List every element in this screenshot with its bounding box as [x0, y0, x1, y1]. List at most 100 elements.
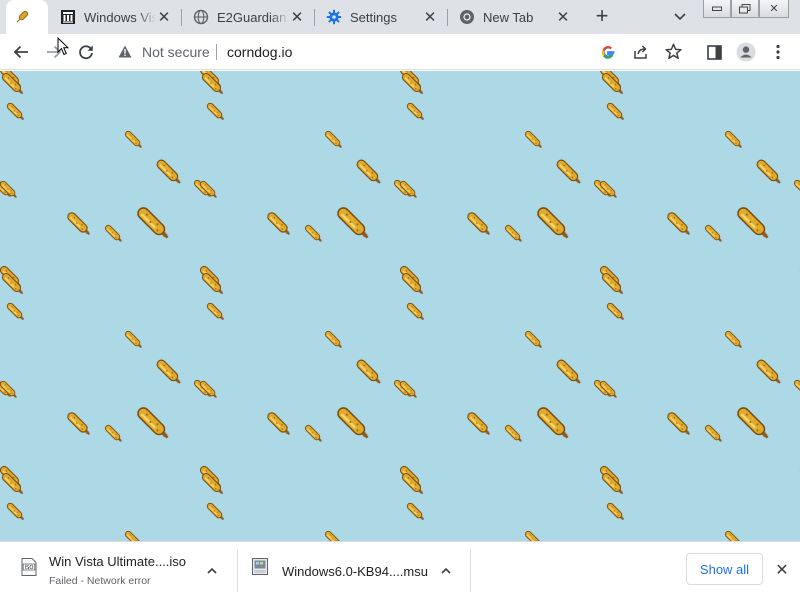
download-item-2[interactable]: Windows6.0-KB94....msu — [238, 542, 470, 600]
close-tab-icon[interactable]: ✕ — [555, 9, 571, 26]
corndog-icon — [665, 410, 693, 438]
corndog-icon — [503, 423, 525, 445]
corndog-wallpaper — [0, 71, 800, 541]
back-arrow-icon[interactable] — [9, 40, 33, 64]
download-item-1[interactable]: ISO Win Vista Ultimate....iso Failed - N… — [0, 542, 236, 600]
google-lens-icon[interactable] — [600, 44, 616, 65]
address-divider — [216, 44, 217, 60]
corndog-favicon-icon — [14, 9, 30, 25]
show-all-button[interactable]: Show all — [686, 553, 763, 585]
corndog-icon — [703, 223, 725, 245]
corndog-icon — [205, 301, 227, 323]
security-status-label[interactable]: Not secure — [142, 44, 210, 60]
corndog-icon — [134, 404, 173, 443]
close-window-icon[interactable]: ✕ — [759, 0, 789, 18]
download-filename: Win Vista Ultimate....iso — [49, 554, 187, 569]
corndog-icon — [323, 129, 345, 151]
page-viewport — [0, 71, 800, 541]
corndog-icon — [734, 204, 773, 243]
gear-favicon-icon — [326, 9, 342, 25]
tab-title: Settings — [350, 9, 397, 25]
corndog-icon — [534, 404, 573, 443]
corndog-icon — [123, 329, 145, 351]
corndog-icon — [605, 301, 627, 323]
installer-file-icon — [252, 558, 268, 576]
url-text[interactable]: corndog.io — [227, 44, 292, 60]
globe-favicon-icon — [193, 9, 209, 25]
close-shelf-icon[interactable]: ✕ — [772, 560, 792, 580]
tab-search-chevron-icon[interactable] — [670, 7, 690, 27]
corndog-icon — [605, 501, 627, 523]
corndog-icon — [405, 501, 427, 523]
corndog-icon — [303, 423, 325, 445]
corndog-icon — [723, 329, 745, 351]
corndog-icon — [323, 329, 345, 351]
chevron-up-icon[interactable] — [438, 563, 454, 579]
corndog-icon — [65, 410, 93, 438]
side-panel-icon[interactable] — [702, 40, 726, 64]
tab-divider — [447, 9, 448, 26]
tab-title: Windows Vista — [84, 9, 156, 25]
corndog-icon — [405, 101, 427, 123]
corndog-icon — [605, 101, 627, 123]
corndog-icon — [103, 223, 125, 245]
warning-triangle-icon[interactable] — [118, 45, 132, 63]
corndog-icon — [754, 157, 784, 187]
corndog-icon — [523, 529, 545, 541]
tab-strip: Windows Vista ✕ E2Guardian - ✕ Settings … — [0, 0, 800, 34]
corndog-icon — [5, 101, 27, 123]
corndog-icon — [323, 529, 345, 541]
tab-divider — [181, 9, 182, 26]
address-bar[interactable]: Not secure corndog.io — [108, 37, 692, 67]
chevron-up-icon[interactable] — [204, 563, 220, 579]
corndog-icon — [554, 357, 584, 387]
corndog-icon — [5, 301, 27, 323]
corndog-icon — [534, 204, 573, 243]
tab-e2guardian[interactable]: E2Guardian - ✕ — [185, 0, 313, 34]
corndog-icon — [734, 404, 773, 443]
kebab-menu-icon[interactable] — [766, 40, 790, 64]
download-shelf: ISO Win Vista Ultimate....iso Failed - N… — [0, 541, 800, 600]
restore-window-icon[interactable] — [731, 0, 759, 18]
corndog-icon — [523, 329, 545, 351]
corndog-icon — [154, 357, 184, 387]
tab-new-tab[interactable]: New Tab ✕ — [451, 0, 579, 34]
corndog-icon — [65, 210, 93, 238]
corndog-icon — [723, 529, 745, 541]
reload-icon[interactable] — [74, 40, 98, 64]
tab-settings[interactable]: Settings ✕ — [318, 0, 446, 34]
corndog-icon — [354, 157, 384, 187]
mouse-cursor-icon — [57, 36, 70, 61]
download-divider — [470, 550, 471, 592]
new-tab-plus-icon[interactable]: + — [590, 5, 614, 29]
corndog-icon — [554, 157, 584, 187]
tab-corndog[interactable] — [6, 0, 48, 34]
archive-favicon-icon — [60, 9, 76, 25]
download-filename: Windows6.0-KB94....msu — [282, 564, 428, 579]
corndog-icon — [503, 223, 525, 245]
chrome-favicon-icon — [459, 9, 475, 25]
corndog-icon — [265, 210, 293, 238]
iso-file-icon: ISO — [21, 558, 37, 576]
bookmark-star-icon[interactable] — [665, 43, 682, 65]
profile-avatar-icon[interactable] — [734, 40, 758, 64]
corndog-icon — [792, 178, 800, 200]
browser-toolbar: Not secure corndog.io — [0, 34, 800, 70]
share-icon[interactable] — [633, 44, 649, 65]
tab-windows-vista[interactable]: Windows Vista ✕ — [52, 0, 180, 34]
close-tab-icon[interactable]: ✕ — [289, 9, 305, 26]
close-tab-icon[interactable]: ✕ — [422, 9, 438, 26]
corndog-icon — [154, 157, 184, 187]
corndog-icon — [723, 129, 745, 151]
tab-divider — [314, 9, 315, 26]
minimize-window-icon[interactable] — [703, 0, 731, 18]
tab-title: New Tab — [483, 9, 534, 25]
corndog-icon — [205, 501, 227, 523]
corndog-icon — [265, 410, 293, 438]
corndog-icon — [754, 357, 784, 387]
corndog-icon — [134, 204, 173, 243]
close-tab-icon[interactable]: ✕ — [156, 9, 172, 26]
corndog-icon — [405, 301, 427, 323]
corndog-icon — [523, 129, 545, 151]
corndog-icon — [123, 129, 145, 151]
